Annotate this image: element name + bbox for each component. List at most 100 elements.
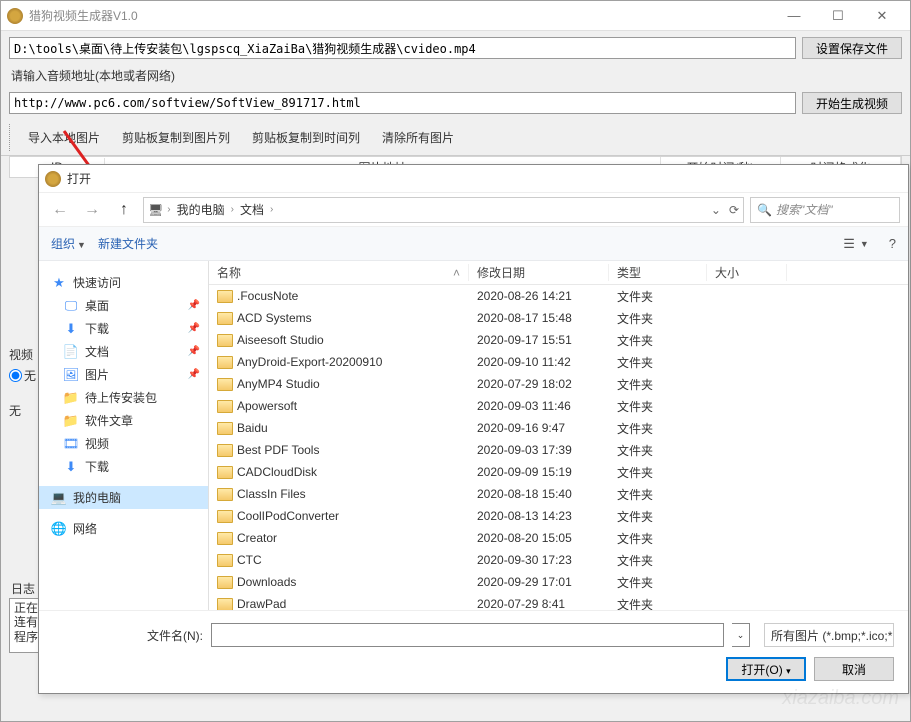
sidebar-item-downloads[interactable]: ⬇下载📌 [39, 317, 208, 340]
search-input[interactable]: 🔍 搜索"文档" [750, 197, 900, 223]
cancel-button[interactable]: 取消 [814, 657, 894, 681]
minimize-button[interactable]: — [772, 2, 816, 30]
folder-icon [217, 334, 233, 347]
network-icon: 🌐 [51, 521, 67, 537]
file-type: 文件夹 [609, 596, 707, 611]
video-icon: 🎞 [63, 436, 79, 452]
crumb-documents[interactable]: 文档 [238, 201, 266, 218]
folder-icon [217, 290, 233, 303]
filename-input[interactable] [211, 623, 724, 647]
sidebar-item-downloads2[interactable]: ⬇下载 [39, 455, 208, 478]
file-name: Apowersoft [237, 399, 297, 413]
sidebar-item-video[interactable]: 🎞视频 [39, 432, 208, 455]
crumb-pc[interactable]: 我的电脑 [175, 201, 227, 218]
file-date: 2020-09-29 17:01 [469, 575, 609, 589]
list-view-icon: ☰ [843, 236, 855, 252]
view-mode-button[interactable]: ☰▼ [843, 236, 869, 252]
folder-icon [217, 444, 233, 457]
video-path-input[interactable] [9, 37, 796, 59]
folder-icon [217, 554, 233, 567]
file-row[interactable]: ClassIn Files2020-08-18 15:40文件夹 [209, 483, 908, 505]
file-type: 文件夹 [609, 354, 707, 371]
forward-button[interactable]: → [79, 197, 105, 223]
new-folder-button[interactable]: 新建文件夹 [98, 235, 158, 252]
close-button[interactable]: ✕ [860, 2, 904, 30]
back-button[interactable]: ← [47, 197, 73, 223]
file-row[interactable]: Best PDF Tools2020-09-03 17:39文件夹 [209, 439, 908, 461]
file-name: CTC [237, 553, 262, 567]
file-type: 文件夹 [609, 508, 707, 525]
file-type-filter[interactable]: 所有图片 (*.bmp;*.ico;*. [764, 623, 894, 647]
open-button[interactable]: 打开(O) ▾ [726, 657, 806, 681]
sidebar-item-software-articles[interactable]: 📁软件文章 [39, 409, 208, 432]
file-type: 文件夹 [609, 376, 707, 393]
col-name[interactable]: 名称˄ [209, 264, 469, 281]
file-row[interactable]: ACD Systems2020-08-17 15:48文件夹 [209, 307, 908, 329]
toolbar-grip [9, 124, 13, 151]
breadcrumb[interactable]: 🖥 › 我的电脑 › 文档 › ⌄ ⟳ [143, 197, 744, 223]
filename-dropdown-button[interactable]: ⌄ [732, 623, 750, 647]
audio-url-input[interactable] [9, 92, 796, 114]
file-list-header: 名称˄ 修改日期 类型 大小 [209, 261, 908, 285]
col-type[interactable]: 类型 [609, 264, 707, 281]
maximize-button[interactable]: ☐ [816, 2, 860, 30]
file-date: 2020-08-20 15:05 [469, 531, 609, 545]
import-local-image-button[interactable]: 导入本地图片 [17, 124, 111, 151]
app-icon [7, 8, 23, 24]
dialog-title: 打开 [67, 170, 91, 187]
file-row[interactable]: CTC2020-09-30 17:23文件夹 [209, 549, 908, 571]
paste-to-image-col-button[interactable]: 剪贴板复制到图片列 [111, 124, 241, 151]
document-icon: 📄 [63, 344, 79, 360]
col-date[interactable]: 修改日期 [469, 264, 609, 281]
filename-label: 文件名(N): [53, 627, 203, 644]
file-row[interactable]: Creator2020-08-20 15:05文件夹 [209, 527, 908, 549]
sidebar-item-desktop[interactable]: 🖵桌面📌 [39, 294, 208, 317]
file-open-dialog: 打开 ← → ↑ 🖥 › 我的电脑 › 文档 › ⌄ ⟳ 🔍 搜索"文档" 组织… [38, 164, 909, 694]
folder-icon [217, 598, 233, 611]
help-icon: ? [889, 236, 896, 251]
file-row[interactable]: AnyMP4 Studio2020-07-29 18:02文件夹 [209, 373, 908, 395]
file-date: 2020-09-09 15:19 [469, 465, 609, 479]
sidebar-item-network[interactable]: 🌐网络 [39, 517, 208, 540]
file-row[interactable]: AnyDroid-Export-202009102020-09-10 11:42… [209, 351, 908, 373]
folder-icon [217, 576, 233, 589]
sidebar-item-pending-upload[interactable]: 📁待上传安装包 [39, 386, 208, 409]
organize-button[interactable]: 组织▼ [51, 235, 86, 252]
file-row[interactable]: .FocusNote2020-08-26 14:21文件夹 [209, 285, 908, 307]
sidebar-item-my-pc[interactable]: 💻我的电脑 [39, 486, 208, 509]
file-type: 文件夹 [609, 530, 707, 547]
set-save-button[interactable]: 设置保存文件 [802, 37, 902, 59]
help-button[interactable]: ? [889, 236, 896, 251]
file-name: Downloads [237, 575, 296, 589]
file-type: 文件夹 [609, 574, 707, 591]
folder-icon [217, 356, 233, 369]
sidebar-item-pictures[interactable]: 🖼图片📌 [39, 363, 208, 386]
dialog-titlebar: 打开 [39, 165, 908, 193]
start-generate-button[interactable]: 开始生成视频 [802, 92, 902, 114]
clear-all-images-button[interactable]: 清除所有图片 [371, 124, 465, 151]
sidebar-item-documents[interactable]: 📄文档📌 [39, 340, 208, 363]
file-row[interactable]: Aiseesoft Studio2020-09-17 15:51文件夹 [209, 329, 908, 351]
file-row[interactable]: DrawPad2020-07-29 8:41文件夹 [209, 593, 908, 610]
refresh-icon[interactable]: ⟳ [729, 203, 739, 217]
file-type: 文件夹 [609, 552, 707, 569]
sidebar-item-quick-access[interactable]: ★快速访问 [39, 271, 208, 294]
file-row[interactable]: Downloads 2020-09-29 17:01文件夹 [209, 571, 908, 593]
file-list[interactable]: 名称˄ 修改日期 类型 大小 .FocusNote2020-08-26 14:2… [209, 261, 908, 610]
folder-icon [217, 378, 233, 391]
col-size[interactable]: 大小 [707, 264, 787, 281]
dropdown-icon[interactable]: ⌄ [711, 203, 721, 217]
folder-icon [217, 510, 233, 523]
chevron-down-icon: ⌄ [737, 630, 745, 641]
folder-icon [217, 466, 233, 479]
radio-none[interactable]: 无 [9, 367, 37, 384]
up-button[interactable]: ↑ [111, 197, 137, 223]
file-date: 2020-09-10 11:42 [469, 355, 609, 369]
folder-icon: 📁 [63, 413, 79, 429]
paste-to-time-col-button[interactable]: 剪贴板复制到时间列 [241, 124, 371, 151]
file-row[interactable]: CADCloudDisk2020-09-09 15:19文件夹 [209, 461, 908, 483]
file-row[interactable]: Baidu2020-09-16 9:47文件夹 [209, 417, 908, 439]
file-row[interactable]: Apowersoft2020-09-03 11:46文件夹 [209, 395, 908, 417]
radio-none-input[interactable] [9, 369, 22, 382]
file-row[interactable]: CoolIPodConverter2020-08-13 14:23文件夹 [209, 505, 908, 527]
